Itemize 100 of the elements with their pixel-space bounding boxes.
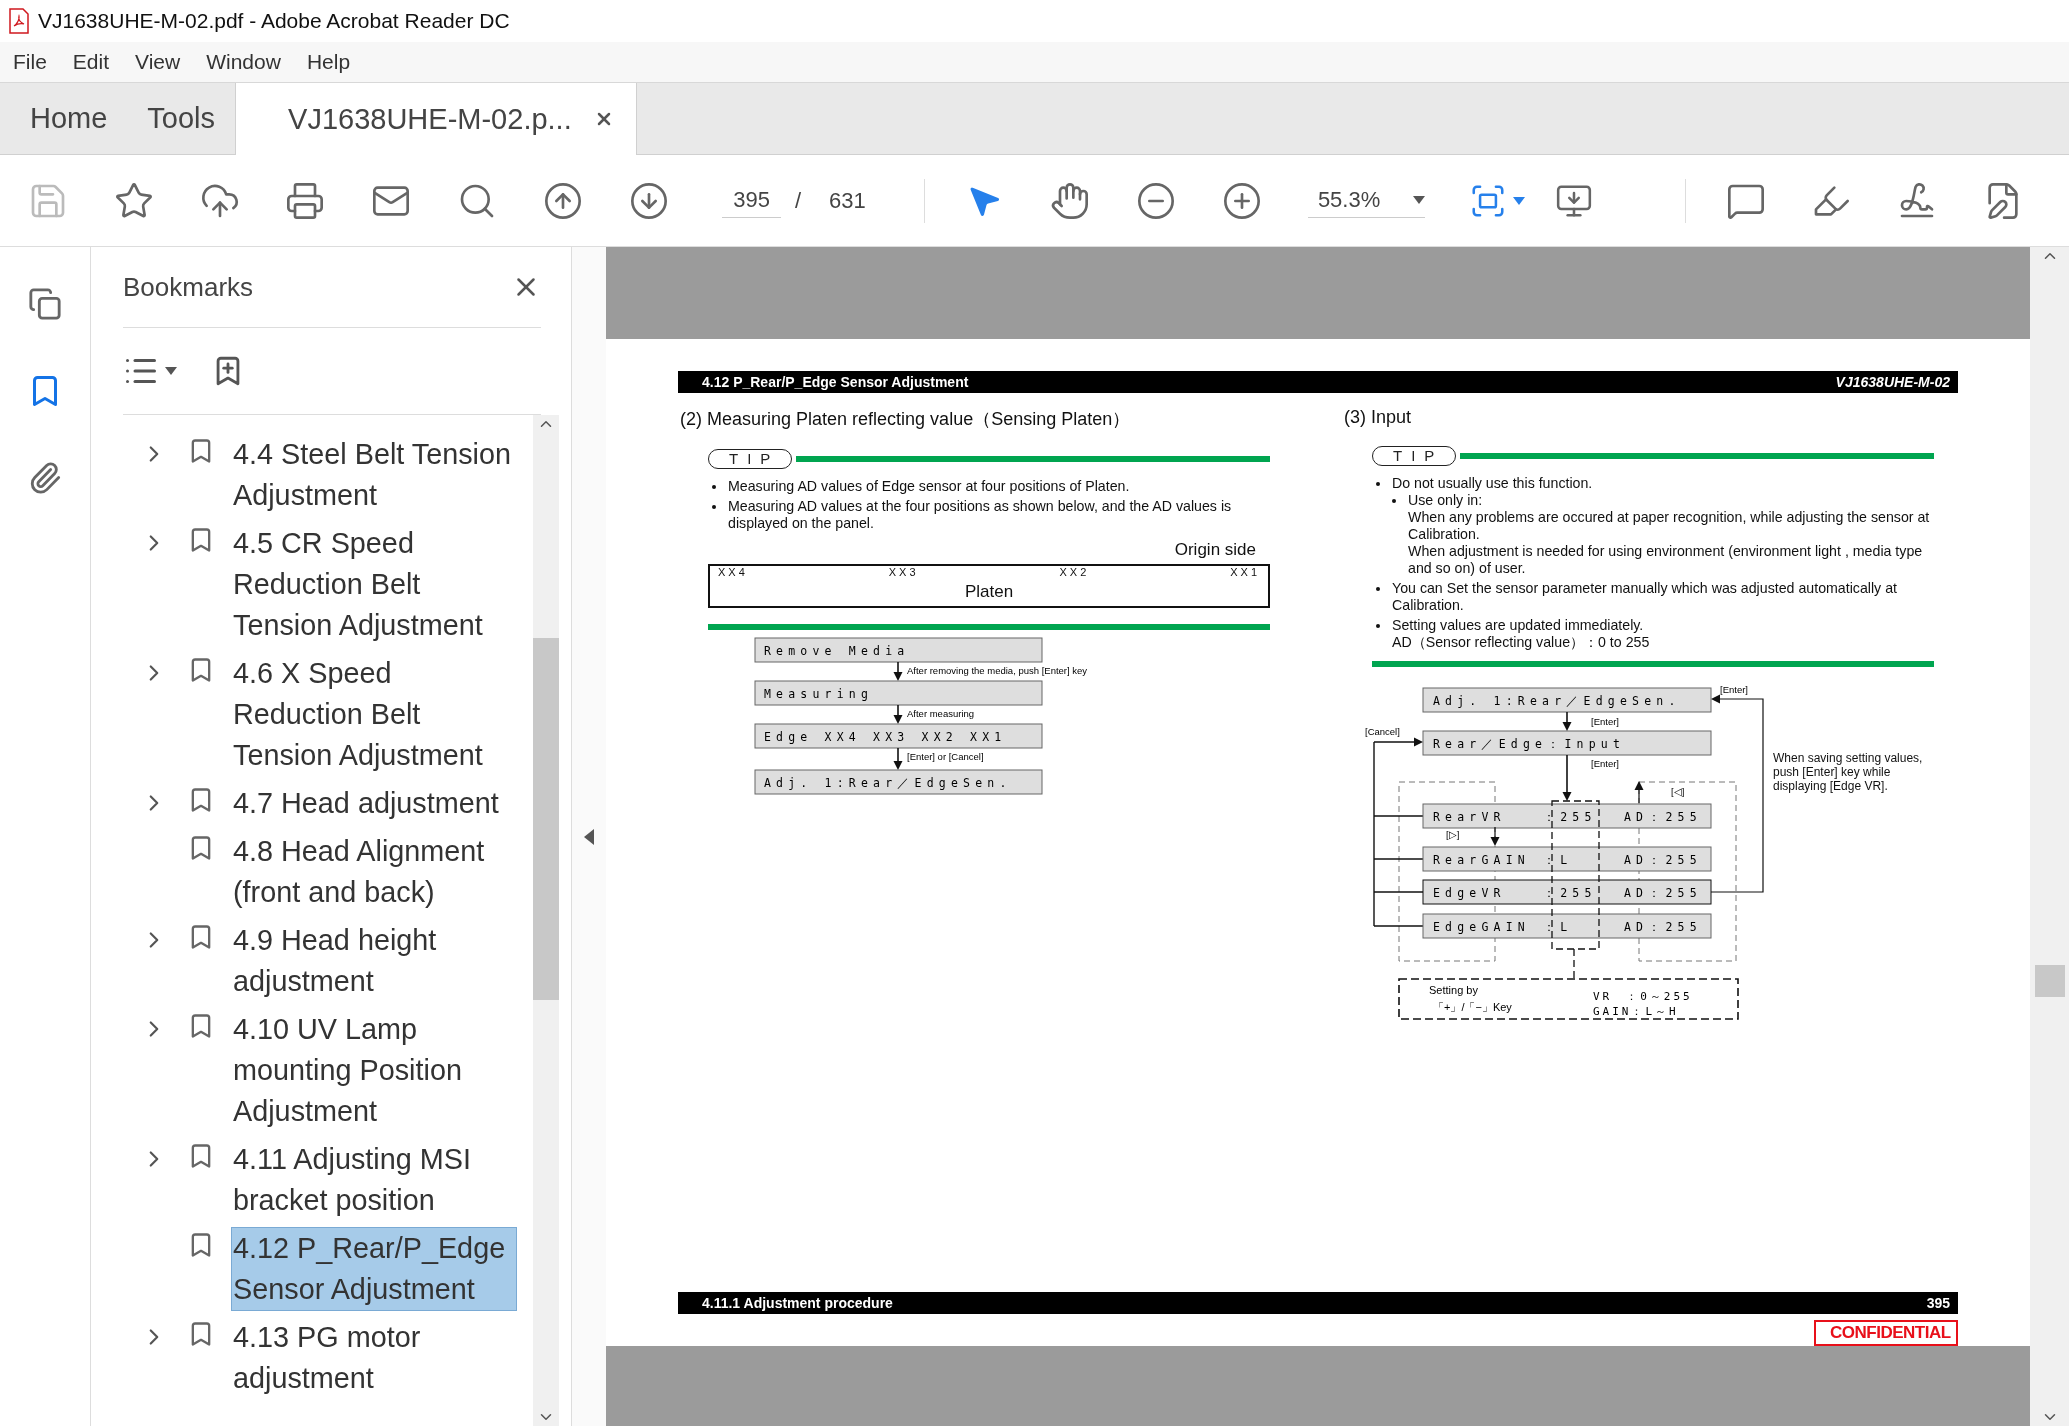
bullet-icon <box>1376 482 1380 486</box>
setting-text: Setting by <box>1429 984 1478 996</box>
display-text: EdgeGAIN <box>1433 920 1530 934</box>
display-text: AD：255 <box>1624 920 1702 934</box>
tip-text: Use only in: <box>1408 492 1483 509</box>
display-text: RearVR <box>1433 810 1506 824</box>
platen-label: Platen <box>964 582 1014 602</box>
bookmark-item[interactable]: 4.10 UV Lamp mounting Position Adjustment <box>231 1008 517 1133</box>
tip-text: Measuring AD values at the four positions as shown below, and the AD values is displayed on the panel. <box>728 498 1233 532</box>
position-label: XX2 <box>1059 566 1090 578</box>
page-separator: / <box>794 187 801 214</box>
display-text: Measuring <box>764 687 874 701</box>
bookmark-item[interactable]: 4.7 Head adjustment <box>231 782 517 825</box>
page-number-field[interactable]: 395 <box>722 183 781 218</box>
arrow <box>893 704 903 724</box>
bookmark-item[interactable]: 4.9 Head height adjustment <box>231 919 517 1003</box>
zoom-in-icon[interactable] <box>1222 180 1263 221</box>
section-heading: (3) Input <box>1344 407 1413 428</box>
key-label: [◁] <box>1671 786 1685 797</box>
menu-item[interactable]: Window <box>206 50 281 74</box>
section-heading: (2) Measuring Platen reflecting value（Sensing Platen） <box>680 408 1132 431</box>
display-text: ：255 <box>1543 886 1597 900</box>
arrow <box>893 747 903 770</box>
display-text: Remove Media <box>764 644 910 658</box>
position-label: XX3 <box>888 566 919 578</box>
zoom-out-icon[interactable] <box>1136 180 1177 221</box>
bullet-icon <box>712 485 716 489</box>
confidential-stamp: CONFIDENTIAL <box>1814 1320 1958 1346</box>
display-text: ：255 <box>1543 810 1597 824</box>
diagram-note: When saving setting values, push [Enter] key while displaying [Edge VR]. <box>1773 751 1924 793</box>
step-note: After removing the media, push [Enter] key <box>907 665 1088 676</box>
display-text: Edge XX4 XX3 XX2 XX1 <box>764 730 1007 744</box>
key-label: [Enter] <box>1720 684 1748 695</box>
origin-label: Origin side <box>1174 540 1256 560</box>
display-text: Adj. 1:Rear／EdgeSen. <box>764 776 1012 790</box>
display-text: RearGAIN <box>1433 853 1530 867</box>
collapse-icon[interactable] <box>584 828 594 845</box>
arrow <box>1490 826 1500 846</box>
zoom-field[interactable]: 55.3% <box>1307 183 1426 218</box>
arrow <box>1634 781 1644 804</box>
bullet-icon <box>1376 587 1380 591</box>
scrollbar[interactable] <box>2030 247 2069 1426</box>
tip-text: When adjustment is needed for using environment (environment light , media type and so on) of user. <box>1408 543 1924 577</box>
pages-icon[interactable] <box>28 287 62 321</box>
bookmark-item[interactable]: 4.6 X Speed Reduction Belt Tension Adjustment <box>231 652 517 777</box>
caret-icon[interactable] <box>1513 196 1526 205</box>
bookmark-item[interactable]: 4.12 P_Rear/P_Edge Sensor Adjustment <box>231 1227 517 1311</box>
setting-text: GAIN：L～H <box>1593 1005 1679 1018</box>
bullet-icon <box>1376 624 1380 628</box>
scroll-thumb[interactable] <box>533 638 559 1000</box>
section-title: 4.12 P_Rear/P_Edge Sensor Adjustment <box>702 374 969 390</box>
tip-text: Measuring AD values of Edge sensor at four positions of Platen. <box>728 478 1130 495</box>
bullet-icon <box>712 505 716 509</box>
display-text: EdgeVR <box>1433 886 1506 900</box>
tip-text: You can Set the sensor parameter manually which was adjusted automatically at Calibration. <box>1392 580 1898 614</box>
tab[interactable]: VJ1638UHE-M-02.p... <box>235 83 637 155</box>
tip-text: Setting values are updated immediately. <box>1392 617 1644 634</box>
display-text: Rear／Edge：Input <box>1433 737 1625 751</box>
display-text: AD：255 <box>1624 810 1702 824</box>
setting-text: 「+」/「−」Key <box>1433 1001 1512 1013</box>
hand-icon[interactable] <box>1050 180 1091 221</box>
arrow <box>1562 711 1572 731</box>
step-note: After measuring <box>907 708 975 719</box>
print-icon[interactable] <box>285 180 326 221</box>
menu-item[interactable]: File <box>13 50 47 74</box>
caret-icon[interactable] <box>165 367 177 375</box>
tip-text: Do not usually use this function. <box>1392 475 1593 492</box>
menu-item[interactable]: View <box>135 50 181 74</box>
paperclip-icon[interactable] <box>28 461 62 495</box>
scroll-thumb[interactable] <box>2034 965 2065 997</box>
bookmark-item[interactable]: 4.13 PG motor adjustment <box>231 1316 517 1400</box>
menu-item[interactable]: Edit <box>72 50 110 74</box>
tab[interactable]: Tools <box>127 83 236 154</box>
document-code: VJ1638UHE-M-02 <box>1835 374 1950 390</box>
window-title: VJ1638UHE-M-02.pdf - Adobe Acrobat Reader DC <box>38 9 510 33</box>
display-text: AD：255 <box>1624 853 1702 867</box>
bookmark-item[interactable]: 4.8 Head Alignment (front and back) <box>231 830 517 914</box>
scrollbar[interactable] <box>533 415 559 1426</box>
footer-title: 4.11.1 Adjustment procedure <box>702 1295 893 1311</box>
tab[interactable]: Home <box>0 83 128 154</box>
tip-text: AD（Sensor reflecting value）：0 to 255 <box>1392 634 1650 651</box>
key-label: [Enter] <box>1591 758 1619 769</box>
display-text: AD：255 <box>1624 886 1702 900</box>
page-number: 395 <box>1926 1295 1950 1311</box>
position-label: XX4 <box>718 566 748 578</box>
pdf-icon <box>8 8 30 34</box>
bookmark-item[interactable]: 4.4 Steel Belt Tension Adjustment <box>231 433 517 517</box>
bookmark-item[interactable]: 4.11 Adjusting MSI bracket position <box>231 1138 517 1222</box>
arrow <box>893 661 903 681</box>
arrow <box>1373 737 1423 747</box>
caret-icon[interactable] <box>1413 196 1426 204</box>
bookmark-item[interactable]: 4.5 CR Speed Reduction Belt Tension Adjustment <box>231 522 517 647</box>
tip-text: When any problems are occured at paper recognition, while adjusting the sensor at Calibration. <box>1408 509 1931 543</box>
step-note: [Enter] or [Cancel] <box>907 751 984 762</box>
bullet-icon <box>1392 499 1396 503</box>
display-text: ：L <box>1543 853 1573 867</box>
menu-item[interactable]: Help <box>306 50 351 74</box>
key-label: [Enter] <box>1591 716 1619 727</box>
panel-title: Bookmarks <box>123 271 254 303</box>
key-label: [Cancel] <box>1365 726 1400 737</box>
